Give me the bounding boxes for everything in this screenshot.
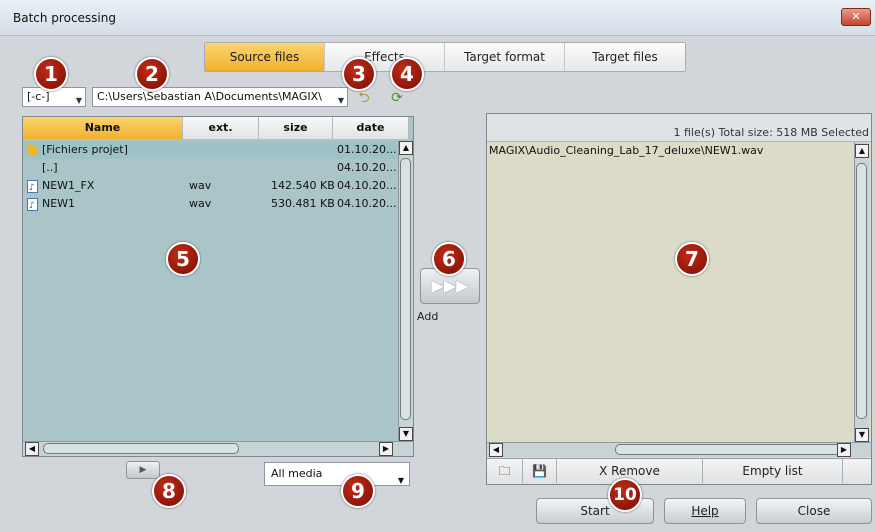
list-header: Name ext. size date bbox=[23, 117, 409, 139]
table-row[interactable]: ♪ NEW1_FX wav 142.540 KB 04.10.20... bbox=[23, 177, 397, 195]
column-date[interactable]: date bbox=[333, 117, 409, 139]
scroll-left-icon[interactable]: ◀ bbox=[25, 442, 39, 456]
path-value: C:\Users\Sebastian A\Documents\MAGIX\ bbox=[97, 90, 322, 103]
scroll-down-icon[interactable]: ▼ bbox=[399, 427, 413, 441]
audio-file-icon: ♪ bbox=[27, 179, 38, 193]
column-ext[interactable]: ext. bbox=[183, 117, 259, 139]
callout-badge: 5 bbox=[166, 242, 200, 276]
svg-text:♪: ♪ bbox=[29, 183, 35, 193]
tab-target-format[interactable]: Target format bbox=[445, 43, 565, 71]
callout-badge: 4 bbox=[390, 57, 424, 91]
callout-badge: 1 bbox=[34, 57, 68, 91]
chevron-down-icon: ▼ bbox=[397, 476, 404, 485]
save-icon[interactable]: 💾 bbox=[523, 459, 557, 483]
callout-badge: 10 bbox=[608, 478, 642, 512]
add-label: Add bbox=[417, 310, 439, 323]
close-icon[interactable]: ✕ bbox=[841, 8, 871, 26]
refresh-icon[interactable]: ⟳ bbox=[387, 88, 407, 108]
file-name: NEW1 bbox=[42, 197, 76, 210]
path-select[interactable]: C:\Users\Sebastian A\Documents\MAGIX\ ▼ bbox=[92, 87, 348, 107]
tab-bar: Source files Effects Target format Targe… bbox=[204, 42, 686, 72]
help-button[interactable]: Help bbox=[664, 498, 746, 524]
window-title: Batch processing bbox=[13, 11, 116, 25]
horizontal-scrollbar[interactable]: ◀ ▶ bbox=[23, 441, 413, 456]
empty-list-button[interactable]: Empty list bbox=[703, 459, 843, 483]
scroll-thumb[interactable] bbox=[43, 443, 239, 454]
file-name: NEW1_FX bbox=[42, 179, 95, 192]
horizontal-scrollbar[interactable]: ◀ ▶ bbox=[487, 442, 871, 457]
scroll-right-icon[interactable]: ▶ bbox=[837, 443, 851, 457]
play-icon[interactable]: ▶ bbox=[126, 461, 160, 479]
title-bar: Batch processing ✕ bbox=[0, 0, 875, 36]
scroll-up-icon[interactable]: ▲ bbox=[399, 141, 413, 155]
source-file-list[interactable]: Name ext. size date [Fichiers projet] 01… bbox=[22, 116, 414, 457]
callout-badge: 2 bbox=[135, 57, 169, 91]
chevron-down-icon: ▼ bbox=[75, 96, 82, 105]
tab-source-files[interactable]: Source files bbox=[205, 43, 325, 71]
callout-badge: 9 bbox=[341, 474, 375, 508]
file-date: 04.10.20... bbox=[337, 197, 397, 210]
vertical-scrollbar[interactable]: ▲ ▼ bbox=[854, 142, 869, 442]
list-item[interactable]: MAGIX\Audio_Cleaning_Lab_17_deluxe\NEW1.… bbox=[489, 144, 763, 157]
file-date: 01.10.20... bbox=[337, 143, 397, 156]
media-filter-select[interactable]: All media ▼ bbox=[264, 462, 410, 486]
target-file-list[interactable]: 1 file(s) Total size: 518 MB Selected MA… bbox=[486, 113, 872, 485]
vertical-scrollbar[interactable]: ▲ ▼ bbox=[398, 141, 413, 441]
selection-info: 1 file(s) Total size: 518 MB Selected bbox=[673, 126, 870, 139]
file-size: 530.481 KB bbox=[271, 197, 335, 210]
target-toolbar: 🗀 💾 X Remove Empty list bbox=[487, 458, 871, 484]
file-size: 142.540 KB bbox=[271, 179, 335, 192]
file-ext: wav bbox=[189, 197, 212, 210]
file-date: 04.10.20... bbox=[337, 161, 397, 174]
file-date: 04.10.20... bbox=[337, 179, 397, 192]
scroll-thumb[interactable] bbox=[400, 158, 411, 420]
drive-value: [-c-] bbox=[27, 90, 50, 103]
callout-badge: 6 bbox=[432, 242, 466, 276]
callout-badge: 7 bbox=[675, 242, 709, 276]
column-size[interactable]: size bbox=[259, 117, 333, 139]
file-name: [..] bbox=[42, 161, 58, 174]
table-row[interactable]: ♪ NEW1 wav 530.481 KB 04.10.20... bbox=[23, 195, 397, 213]
open-folder-icon[interactable]: 🗀 bbox=[487, 459, 523, 483]
tab-target-files[interactable]: Target files bbox=[565, 43, 685, 71]
svg-text:♪: ♪ bbox=[29, 201, 35, 211]
scroll-left-icon[interactable]: ◀ bbox=[489, 443, 503, 457]
scroll-thumb[interactable] bbox=[615, 444, 841, 455]
file-ext: wav bbox=[189, 179, 212, 192]
table-row[interactable]: [..] 04.10.20... bbox=[23, 159, 397, 177]
callout-badge: 3 bbox=[342, 57, 376, 91]
folder-icon bbox=[27, 143, 38, 156]
file-rows: [Fichiers projet] 01.10.20... [..] 04.10… bbox=[23, 141, 397, 213]
file-name: [Fichiers projet] bbox=[42, 143, 128, 156]
scroll-right-icon[interactable]: ▶ bbox=[379, 442, 393, 456]
scroll-up-icon[interactable]: ▲ bbox=[855, 144, 869, 158]
callout-badge: 8 bbox=[152, 474, 186, 508]
column-name[interactable]: Name bbox=[23, 117, 183, 139]
media-filter-value: All media bbox=[271, 467, 323, 480]
table-row[interactable]: [Fichiers projet] 01.10.20... bbox=[23, 141, 397, 159]
target-list-header: 1 file(s) Total size: 518 MB Selected bbox=[487, 114, 871, 142]
chevron-down-icon: ▼ bbox=[337, 96, 344, 105]
audio-file-icon: ♪ bbox=[27, 197, 38, 211]
folder-up-icon[interactable]: ⮌ bbox=[354, 88, 374, 108]
scroll-thumb[interactable] bbox=[856, 163, 867, 419]
scroll-down-icon[interactable]: ▼ bbox=[855, 428, 869, 442]
close-button[interactable]: Close bbox=[756, 498, 872, 524]
